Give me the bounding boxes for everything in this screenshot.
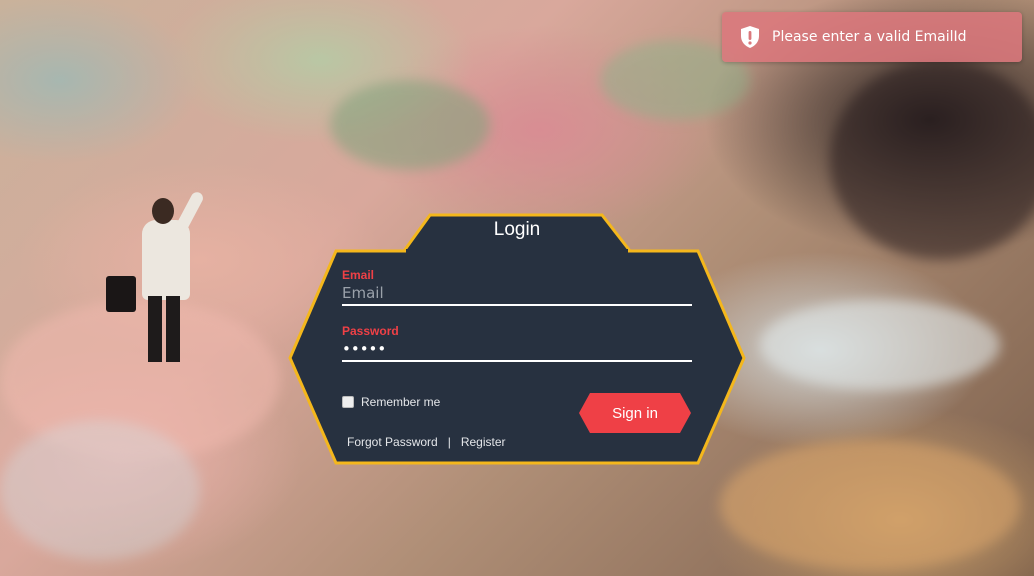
forgot-password-link[interactable]: Forgot Password [347,435,438,449]
login-panel: Login Email Password Remember me Sign in… [288,213,746,465]
error-toast: Please enter a valid EmailId [722,12,1022,62]
shield-alert-icon [736,23,764,51]
remember-me[interactable]: Remember me [342,395,440,409]
login-title: Login [493,219,541,240]
toast-message: Please enter a valid EmailId [772,29,967,45]
businessman-figurine [104,186,214,376]
remember-checkbox[interactable] [342,396,354,408]
register-link[interactable]: Register [461,435,506,449]
sign-in-label: Sign in [612,404,658,422]
remember-label: Remember me [361,395,441,409]
link-separator: | [447,435,451,449]
email-label: Email [342,268,375,282]
email-input[interactable] [342,284,692,306]
password-input[interactable] [342,340,692,362]
sign-in-button[interactable]: Sign in [578,392,692,434]
password-label: Password [342,324,399,338]
auth-links: Forgot Password | Register [347,435,506,449]
